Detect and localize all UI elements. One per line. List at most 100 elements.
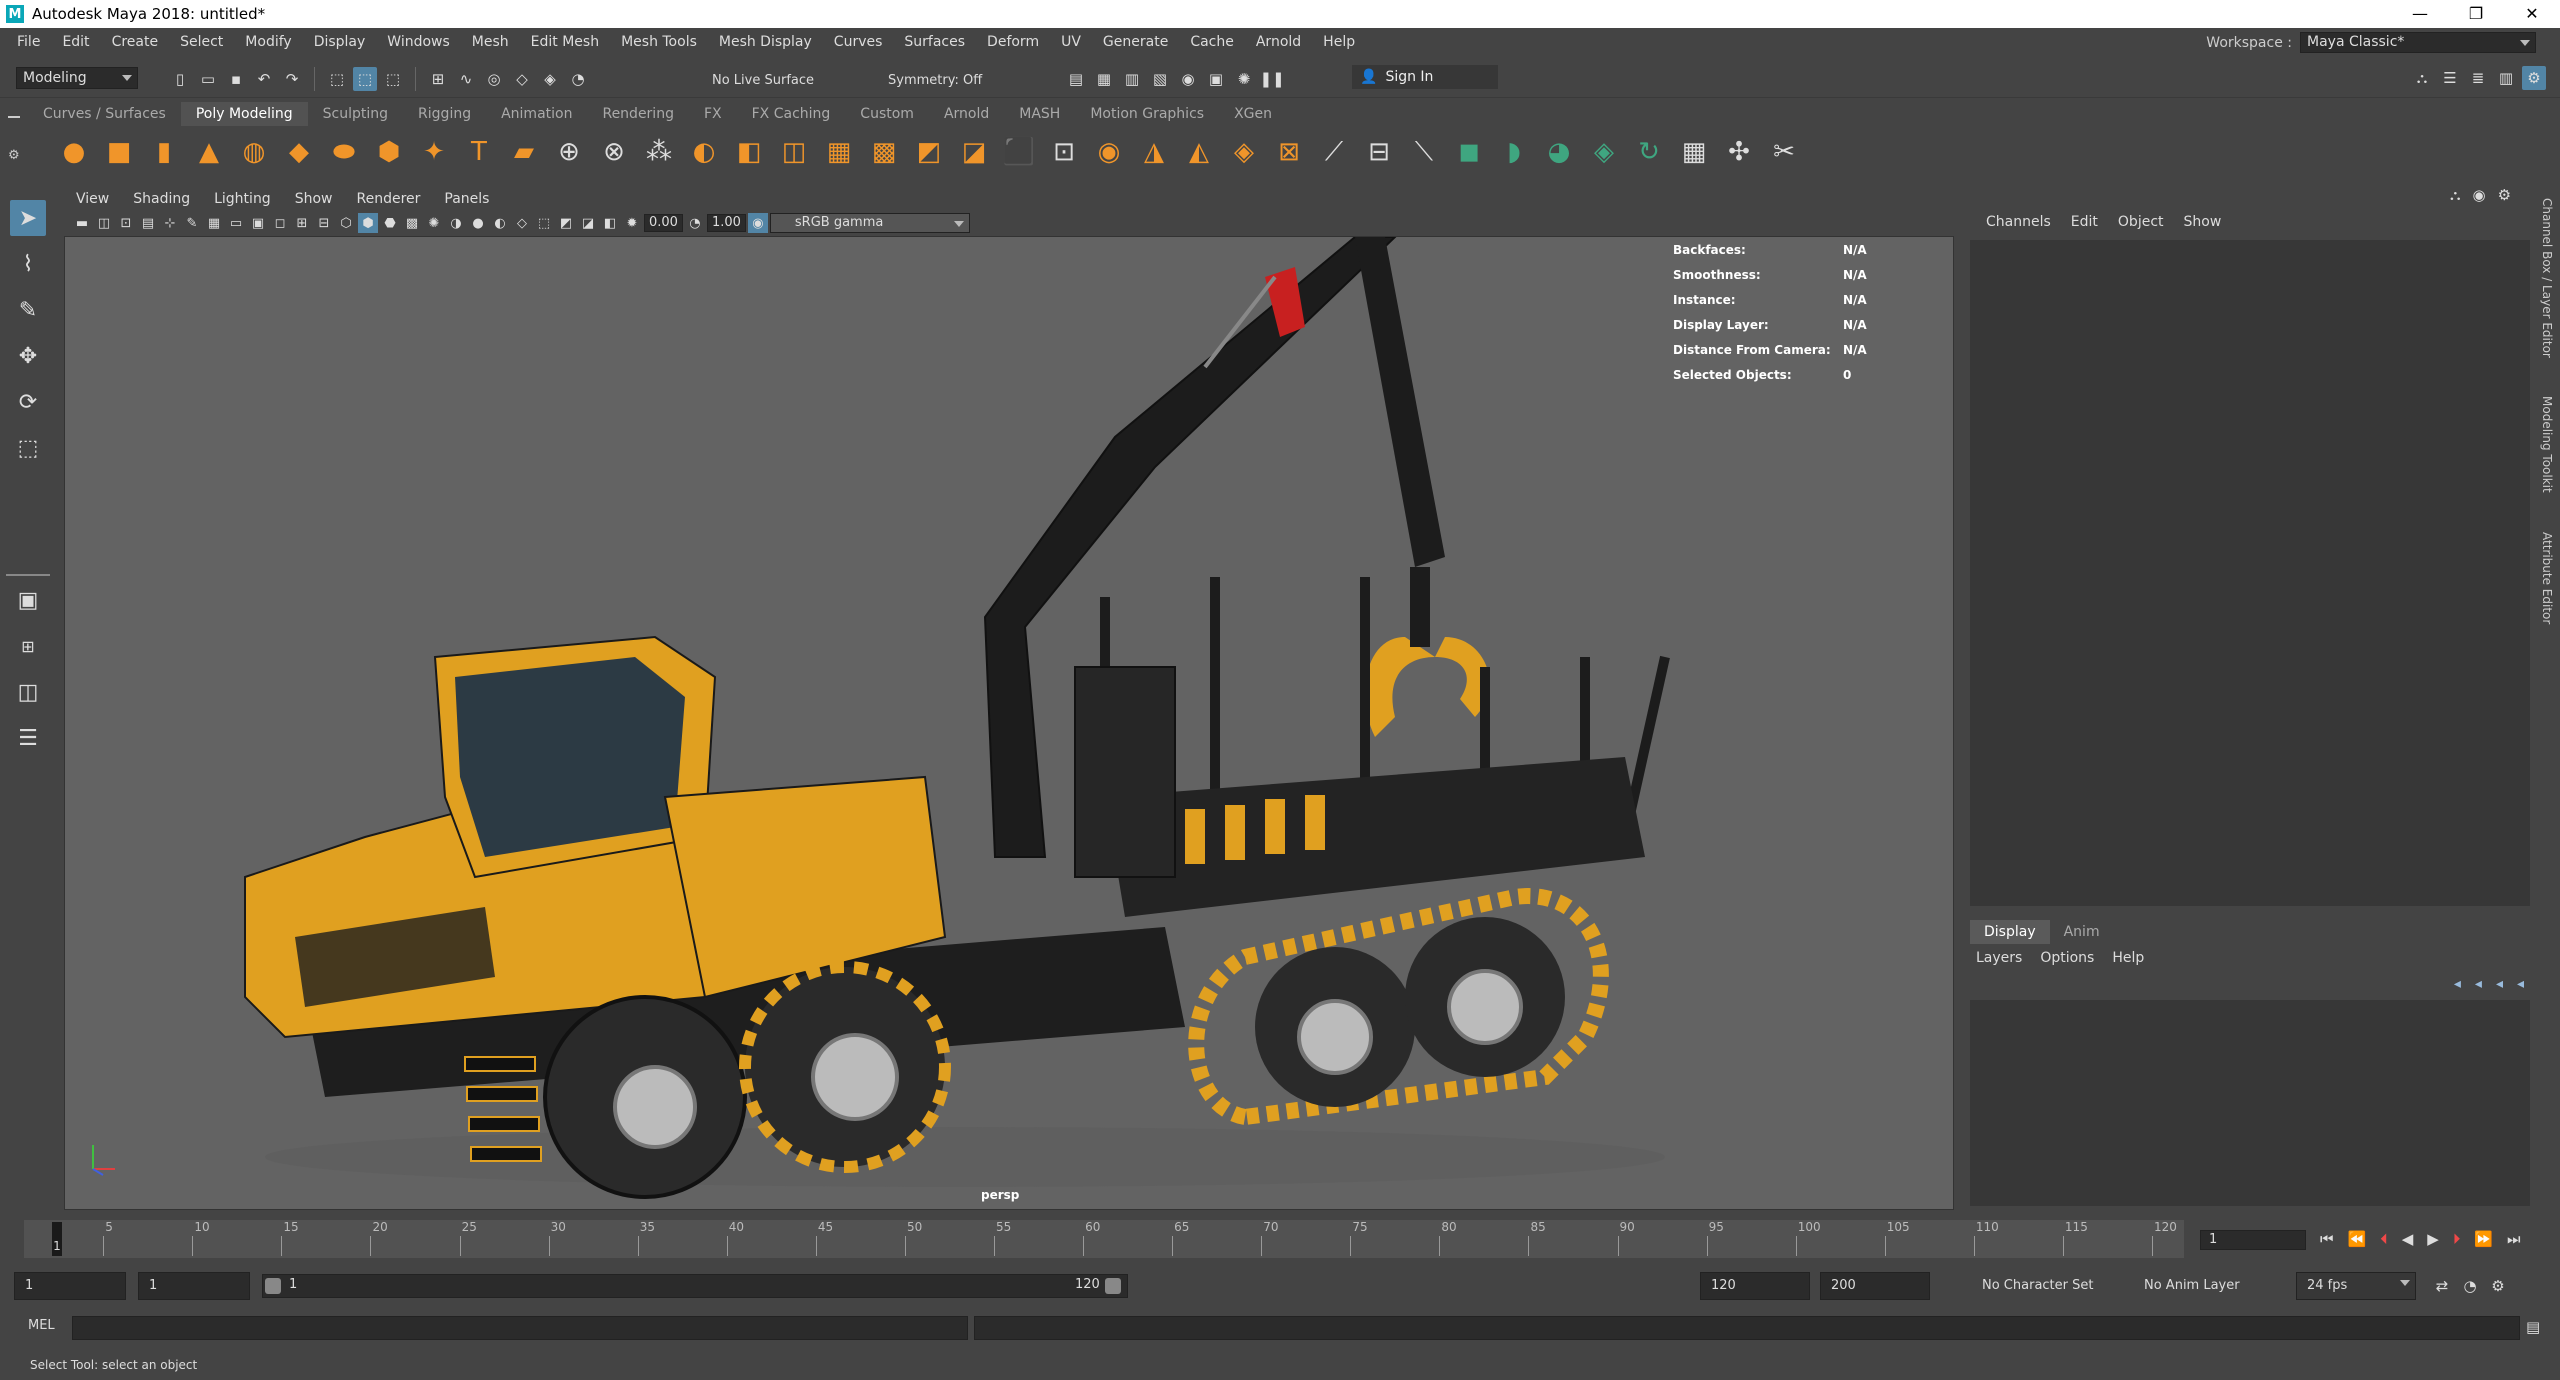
viewport-menu-view[interactable]: View [64,191,121,207]
new-layer-selected-icon[interactable]: ◂ [2517,976,2524,992]
spherical-uv-icon[interactable]: ◕ [1541,134,1577,170]
close-button[interactable]: ✕ [2504,0,2560,28]
menu-help[interactable]: Help [1312,34,1366,50]
shelf-tab-mash[interactable]: MASH [1004,102,1075,126]
workspace-dropdown[interactable]: Maya Classic* [2300,32,2536,53]
layer-menu-help[interactable]: Help [2112,950,2162,966]
safe-action-icon[interactable]: ⊟ [314,213,334,233]
textured-icon[interactable]: ▩ [402,213,422,233]
channel-box-menu-show[interactable]: Show [2174,214,2232,230]
poly-plane-icon[interactable]: ◆ [281,134,317,170]
viewport-menu-lighting[interactable]: Lighting [202,191,283,207]
undo-icon[interactable]: ↶ [252,67,276,91]
wireframe-icon[interactable]: ⬡ [336,213,356,233]
shelf-tab-fx-caching[interactable]: FX Caching [737,102,846,126]
menu-file[interactable]: File [6,34,51,50]
field-chart-icon[interactable]: ⊞ [292,213,312,233]
play-backwards-icon[interactable]: ◀ [2402,1230,2414,1248]
current-time-marker[interactable]: 1 [52,1222,62,1256]
conform-icon[interactable]: ⊠ [1271,134,1307,170]
current-frame-field[interactable]: 1 [2200,1230,2306,1250]
shelf-tab-motion-graphics[interactable]: Motion Graphics [1075,102,1219,126]
maximize-button[interactable]: ❐ [2448,0,2504,28]
menu-edit-mesh[interactable]: Edit Mesh [520,34,610,50]
step-forward-frame-icon[interactable]: ⏵ [2453,1230,2461,1248]
live-surface-label[interactable]: No Live Surface [712,73,814,88]
lattice-icon[interactable]: ◭ [1181,134,1217,170]
mel-label[interactable]: MEL [28,1318,55,1333]
cut-uv-icon[interactable]: ✂ [1766,134,1802,170]
character-set-dropdown[interactable]: No Character Set [1970,1272,2120,1300]
xray-joints-icon[interactable]: ◪ [578,213,598,233]
mel-command-input[interactable] [72,1316,968,1340]
open-scene-icon[interactable]: ▭ [196,67,220,91]
grease-pencil-icon[interactable]: ✎ [182,213,202,233]
attribute-editor-icon[interactable]: ☰ [2438,66,2462,90]
menu-set-dropdown[interactable]: Modeling [16,67,138,89]
combine-icon[interactable]: ⊕ [551,134,587,170]
sew-uv-icon[interactable]: ✣ [1721,134,1757,170]
step-back-key-icon[interactable]: ⏪ [2348,1230,2367,1248]
shelf-tab-sculpting[interactable]: Sculpting [308,102,403,126]
color-management-icon[interactable]: ◉ [747,213,768,233]
render-frame-icon[interactable]: ▦ [1092,67,1116,91]
go-to-start-icon[interactable]: ⏮ [2320,1230,2334,1248]
film-gate-icon[interactable]: ▭ [226,213,246,233]
sign-in-button[interactable]: 👤 Sign In [1352,65,1498,89]
use-all-lights-icon[interactable]: ✺ [424,213,444,233]
cylindrical-uv-icon[interactable]: ◗ [1496,134,1532,170]
side-tab-attribute-editor[interactable]: Attribute Editor [2540,532,2554,624]
layer-menu-layers[interactable]: Layers [1976,950,2040,966]
backface-culling-icon[interactable]: ◧ [600,213,620,233]
tool-settings-icon[interactable]: ≣ [2466,66,2490,90]
connect-icon[interactable]: ⟍ [1406,134,1442,170]
channel-box-menu-edit[interactable]: Edit [2061,214,2108,230]
layer-menu-options[interactable]: Options [2040,950,2112,966]
menu-generate[interactable]: Generate [1092,34,1179,50]
snap-curve-icon[interactable]: ∿ [454,67,478,91]
playback-end-field[interactable]: 120 [1700,1272,1810,1300]
move-tool-icon[interactable]: ✥ [10,338,46,374]
save-scene-icon[interactable]: ▪ [224,67,248,91]
select-hierarchy-icon[interactable]: ⬚ [325,67,349,91]
new-empty-layer-icon[interactable]: ◂ [2496,976,2503,992]
append-icon[interactable]: ◩ [911,134,947,170]
redo-icon[interactable]: ↷ [280,67,304,91]
script-editor-icon[interactable]: ▤ [2526,1318,2540,1336]
menu-mesh-display[interactable]: Mesh Display [708,34,823,50]
channel-box-menu-object[interactable]: Object [2108,214,2174,230]
checker-uv-icon[interactable]: ▦ [1676,134,1712,170]
viewport-menu-panels[interactable]: Panels [432,191,501,207]
single-perspective-layout-icon[interactable]: ▣ [10,582,46,618]
animation-prefs-icon[interactable]: ⚙ [2486,1274,2510,1298]
shelf-tab-arnold[interactable]: Arnold [929,102,1004,126]
shelf-tab-animation[interactable]: Animation [486,102,587,126]
snap-point-icon[interactable]: ◎ [482,67,506,91]
sculpt-icon[interactable]: ◉ [1091,134,1127,170]
bridge-icon[interactable]: ◫ [776,134,812,170]
go-to-end-icon[interactable]: ⏭ [2507,1230,2521,1248]
channel-box-icon[interactable]: ⚙ [2522,66,2546,90]
shelf-menu-icon[interactable] [8,116,20,118]
xray-icon[interactable]: ◩ [556,213,576,233]
super-shape-icon[interactable]: ✦ [416,134,452,170]
shelf-tab-poly-modeling[interactable]: Poly Modeling [180,102,308,126]
modeling-toolkit-icon[interactable]: ⛬ [2410,66,2434,90]
outliner-icon[interactable]: ☰ [10,720,46,756]
channel-box-settings-icon[interactable]: ⚙ [2498,186,2511,204]
step-forward-key-icon[interactable]: ⏩ [2474,1230,2493,1248]
menu-mesh[interactable]: Mesh [461,34,520,50]
isolate-select-icon[interactable]: ⬚ [534,213,554,233]
menu-modify[interactable]: Modify [234,34,302,50]
poly-text-icon[interactable]: T [461,134,497,170]
paint-select-icon[interactable]: ✎ [10,292,46,328]
resolution-gate-icon[interactable]: ▣ [248,213,268,233]
separate-icon[interactable]: ⊗ [596,134,632,170]
side-tab-channel-box[interactable]: Channel Box / Layer Editor [2540,198,2554,358]
menu-curves[interactable]: Curves [823,34,894,50]
snap-projected-icon[interactable]: ◇ [510,67,534,91]
offset-edge-icon[interactable]: ⊟ [1361,134,1397,170]
range-bar[interactable]: 1 120 [262,1274,1128,1298]
gamma-icon[interactable]: ◔ [685,213,705,233]
snap-grid-icon[interactable]: ⊞ [426,67,450,91]
